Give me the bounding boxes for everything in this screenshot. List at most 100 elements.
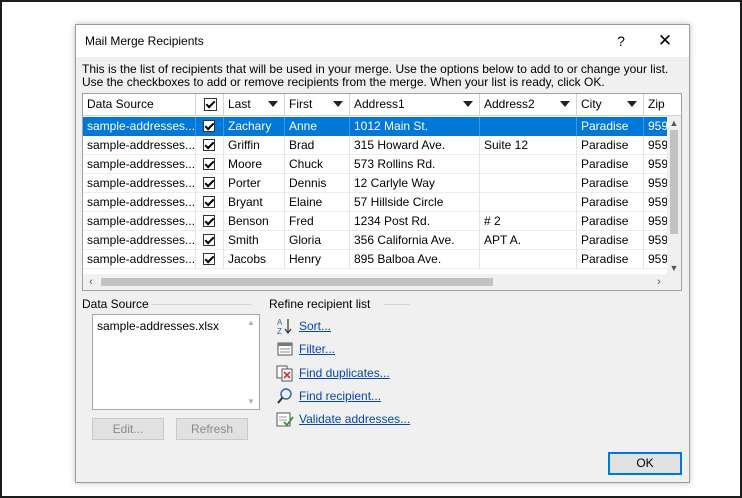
data-source-label: Data Source: [82, 297, 149, 311]
column-header-address1[interactable]: Address1: [350, 94, 480, 116]
find-recipient-link-label[interactable]: Find recipient...: [299, 389, 381, 403]
cell-address1: 1234 Post Rd.: [350, 212, 480, 231]
close-button[interactable]: ✕: [650, 27, 680, 55]
horizontal-scrollbar[interactable]: ‹ ›: [83, 274, 681, 290]
scroll-down-icon[interactable]: ▼: [247, 397, 255, 406]
refine-divider: [384, 304, 410, 305]
column-header-data-source[interactable]: Data Source: [83, 94, 196, 116]
find-duplicates-link-label[interactable]: Find duplicates...: [299, 366, 390, 380]
svg-text:Z: Z: [277, 327, 282, 335]
include-checkbox[interactable]: [203, 253, 215, 265]
cell-first: Henry: [285, 250, 350, 269]
column-header-last[interactable]: Last: [224, 94, 285, 116]
cell-data-source: sample-addresses...: [83, 212, 196, 231]
scroll-up-icon[interactable]: ▲: [247, 318, 255, 327]
cell-first: Fred: [285, 212, 350, 231]
column-header-include[interactable]: [196, 94, 224, 116]
include-checkbox[interactable]: [203, 120, 215, 132]
table-row[interactable]: sample-addresses... Griffin Brad 315 Howard…: [83, 136, 681, 155]
column-header-label: Zip: [648, 97, 665, 111]
data-source-scrollbar[interactable]: ▲ ▼: [243, 315, 259, 409]
scroll-right-icon[interactable]: ›: [651, 274, 667, 290]
cell-address2: # 2: [480, 212, 577, 231]
dropdown-arrow-icon[interactable]: [627, 101, 637, 107]
cell-city: Paradise: [577, 117, 644, 136]
cell-first: Gloria: [285, 231, 350, 250]
scroll-up-icon[interactable]: ▲: [667, 116, 681, 130]
cell-first: Elaine: [285, 193, 350, 212]
cell-include: [196, 250, 224, 269]
svg-text:A: A: [277, 318, 283, 327]
cell-data-source: sample-addresses...: [83, 250, 196, 269]
column-header-address2[interactable]: Address2: [480, 94, 577, 116]
cell-city: Paradise: [577, 193, 644, 212]
cell-city: Paradise: [577, 212, 644, 231]
column-header-first[interactable]: First: [285, 94, 350, 116]
cell-include: [196, 117, 224, 136]
include-checkbox[interactable]: [203, 215, 215, 227]
ok-button[interactable]: OK: [608, 452, 682, 475]
data-source-item[interactable]: sample-addresses.xlsx: [97, 319, 219, 333]
cell-first: Dennis: [285, 174, 350, 193]
cell-last: Benson: [224, 212, 285, 231]
include-checkbox[interactable]: [203, 158, 215, 170]
include-checkbox[interactable]: [203, 196, 215, 208]
dropdown-arrow-icon[interactable]: [333, 101, 343, 107]
include-checkbox[interactable]: [203, 234, 215, 246]
dropdown-arrow-icon[interactable]: [463, 101, 473, 107]
cell-data-source: sample-addresses...: [83, 193, 196, 212]
cell-city: Paradise: [577, 231, 644, 250]
column-header-city[interactable]: City: [577, 94, 644, 116]
cell-last: Bryant: [224, 193, 285, 212]
cell-city: Paradise: [577, 136, 644, 155]
cell-data-source: sample-addresses...: [83, 117, 196, 136]
cell-address2: APT A.: [480, 231, 577, 250]
cell-first: Anne: [285, 117, 350, 136]
vertical-scroll-thumb[interactable]: [670, 130, 678, 234]
select-all-checkbox[interactable]: [204, 98, 217, 111]
cell-first: Chuck: [285, 155, 350, 174]
edit-button[interactable]: Edit...: [92, 418, 164, 440]
instructions-text: This is the list of recipients that will…: [82, 63, 687, 89]
filter-link-label[interactable]: Filter...: [299, 342, 335, 356]
cell-address2: Suite 12: [480, 136, 577, 155]
cell-data-source: sample-addresses...: [83, 136, 196, 155]
table-row[interactable]: sample-addresses... Smith Gloria 356 Califo…: [83, 231, 681, 250]
mail-merge-recipients-dialog: Mail Merge Recipients ? ✕ This is the li…: [75, 24, 690, 483]
table-row[interactable]: sample-addresses... Bryant Elaine 57 Hillsi…: [83, 193, 681, 212]
cell-last: Smith: [224, 231, 285, 250]
data-source-list[interactable]: sample-addresses.xlsx ▲ ▼: [92, 314, 260, 410]
cell-include: [196, 174, 224, 193]
validate-addresses-link-label[interactable]: Validate addresses...: [299, 412, 410, 426]
refresh-button[interactable]: Refresh: [176, 418, 248, 440]
table-row[interactable]: sample-addresses... Zachary Anne 1012 Main …: [83, 117, 681, 136]
cell-address1: 573 Rollins Rd.: [350, 155, 480, 174]
table-row[interactable]: sample-addresses... Benson Fred 1234 Post R…: [83, 212, 681, 231]
sort-link-label[interactable]: Sort...: [299, 319, 331, 333]
refine-recipient-list-label: Refine recipient list: [269, 297, 371, 311]
scroll-down-icon[interactable]: ▼: [667, 261, 681, 275]
cell-data-source: sample-addresses...: [83, 155, 196, 174]
include-checkbox[interactable]: [203, 139, 215, 151]
help-button[interactable]: ?: [606, 27, 636, 55]
cell-address1: 315 Howard Ave.: [350, 136, 480, 155]
table-row[interactable]: sample-addresses... Porter Dennis 12 Carlyl…: [83, 174, 681, 193]
table-row[interactable]: sample-addresses... Jacobs Henry 895 Balboa…: [83, 250, 681, 269]
scroll-left-icon[interactable]: ‹: [83, 274, 99, 290]
include-checkbox[interactable]: [203, 177, 215, 189]
find-recipient-icon: [277, 388, 292, 404]
dialog-title: Mail Merge Recipients: [85, 34, 204, 48]
cell-address1: 57 Hillside Circle: [350, 193, 480, 212]
horizontal-scroll-thumb[interactable]: [101, 278, 493, 286]
find-duplicates-icon: [276, 365, 293, 382]
dropdown-arrow-icon[interactable]: [268, 101, 278, 107]
cell-address2: [480, 155, 577, 174]
cell-last: Moore: [224, 155, 285, 174]
table-row[interactable]: sample-addresses... Moore Chuck 573 Rollins…: [83, 155, 681, 174]
recipients-table[interactable]: Data Source Last First Address1 Address2…: [82, 93, 682, 291]
column-header-label: Address2: [484, 97, 535, 111]
vertical-scrollbar[interactable]: ▲ ▼: [667, 116, 681, 275]
dropdown-arrow-icon[interactable]: [560, 101, 570, 107]
cell-last: Porter: [224, 174, 285, 193]
column-header-zip[interactable]: Zip: [644, 94, 681, 116]
